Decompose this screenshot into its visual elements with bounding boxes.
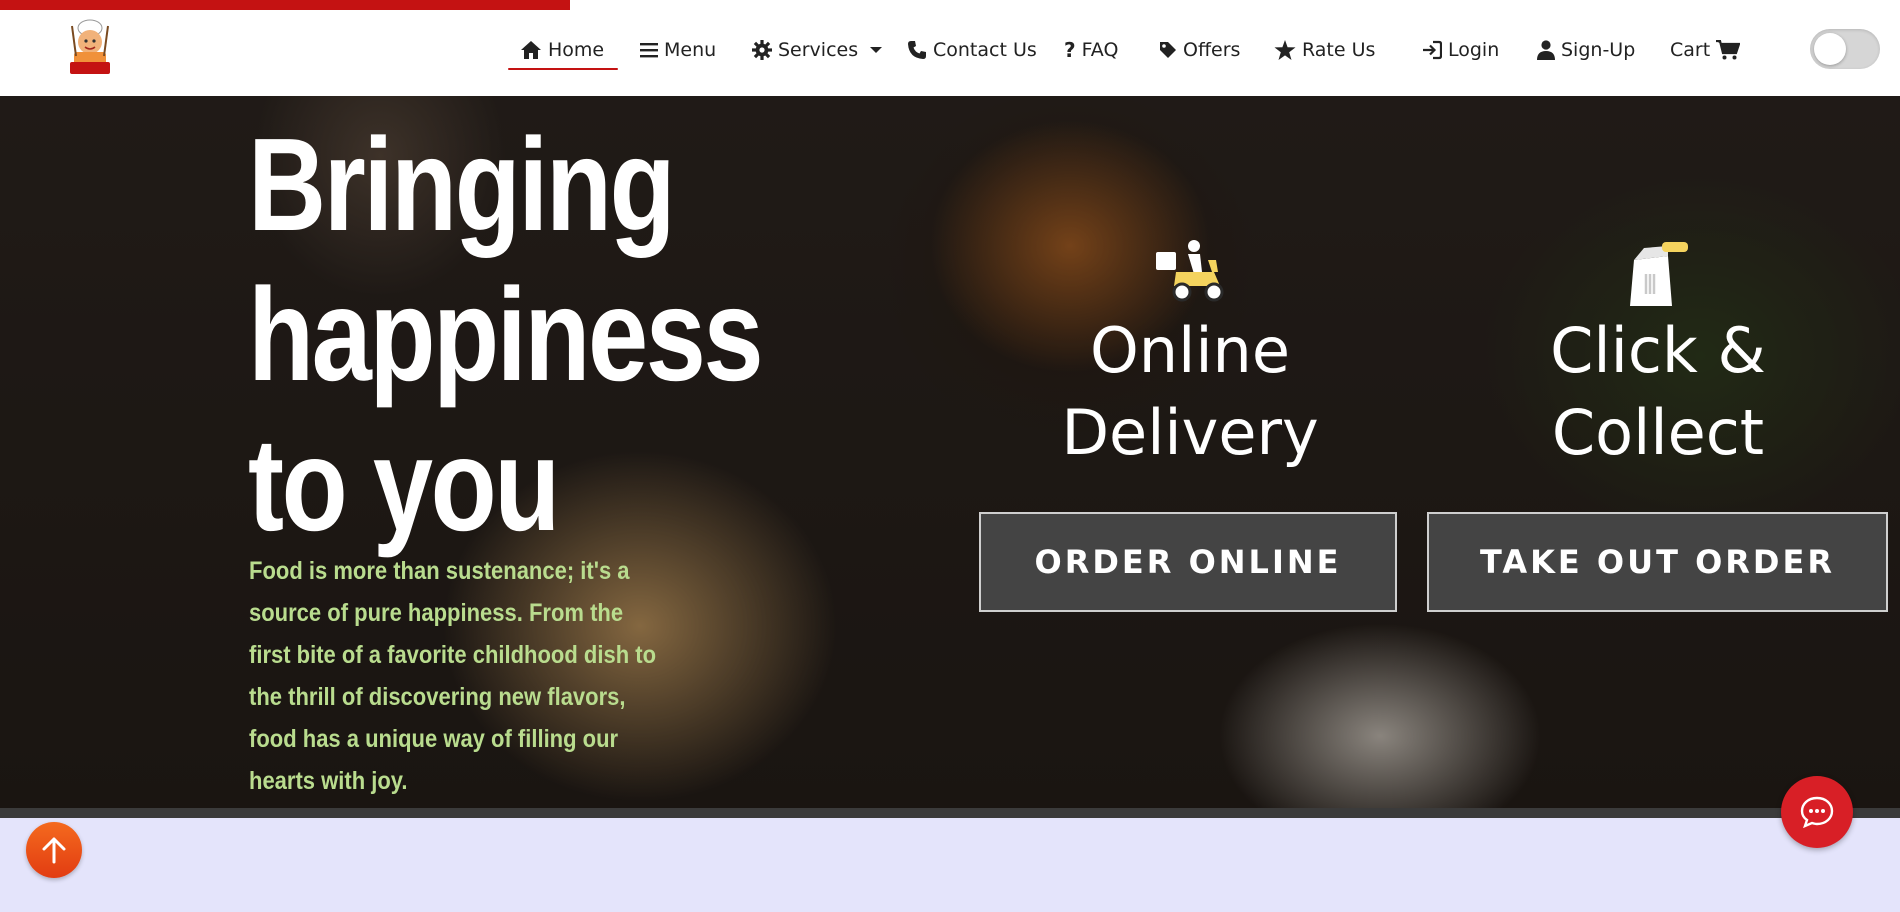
hero-description: Food is more than sustenance; it's a sou… — [249, 557, 657, 795]
nav-login[interactable]: Login — [1422, 34, 1499, 66]
headline-line-2: happiness — [248, 261, 764, 408]
nav-offers-label: Offers — [1183, 39, 1241, 61]
online-delivery-line-2: Delivery — [1061, 396, 1319, 469]
nav-services-dropdown[interactable]: Services — [752, 34, 883, 66]
nav-contact[interactable]: Contact Us — [907, 34, 1037, 66]
bars-icon — [640, 43, 658, 58]
nav-signup-label: Sign-Up — [1561, 39, 1636, 61]
theme-toggle-switch[interactable] — [1810, 29, 1880, 69]
nav-rate[interactable]: Rate Us — [1274, 34, 1375, 66]
phone-icon — [908, 41, 926, 59]
nav-signup[interactable]: Sign-Up — [1537, 34, 1635, 66]
nav-menu-label: Menu — [664, 39, 717, 61]
nav-services-label: Services — [778, 39, 859, 61]
hero-divider — [0, 808, 1900, 818]
arrow-up-icon — [42, 837, 66, 864]
caret-down-icon — [870, 47, 883, 53]
click-collect-line-2: Collect — [1551, 396, 1765, 469]
hero-headline: Bringing happiness to you — [248, 110, 764, 560]
toggle-knob — [1814, 33, 1846, 65]
scooter-delivery-icon — [1156, 240, 1224, 302]
question-icon: ? — [1064, 38, 1076, 62]
tag-icon — [1160, 42, 1176, 58]
take-out-order-button[interactable]: TAKE OUT ORDER — [1427, 512, 1888, 612]
cart-icon — [1716, 40, 1741, 60]
nav-cart[interactable]: Cart — [1670, 34, 1741, 66]
foodie-logo[interactable] — [66, 18, 114, 76]
click-collect-feature: Click & Collect — [1498, 238, 1818, 474]
nav-offers[interactable]: Offers — [1159, 34, 1240, 66]
scroll-to-top-button[interactable] — [26, 822, 82, 878]
nav-login-label: Login — [1448, 39, 1500, 61]
user-icon — [1537, 40, 1555, 60]
page-progress-bar — [0, 0, 570, 10]
star-icon — [1274, 39, 1296, 60]
sign-in-icon — [1423, 40, 1442, 60]
order-online-button[interactable]: ORDER ONLINE — [979, 512, 1397, 612]
gear-icon — [752, 40, 772, 60]
nav-home[interactable]: Home — [507, 34, 619, 70]
navbar: Home Menu Services Contact Us ? FAQ Offe… — [0, 0, 1900, 96]
nav-home-label: Home — [548, 39, 605, 61]
nav-cart-label: Cart — [1670, 39, 1711, 61]
nav-faq[interactable]: ? FAQ — [1064, 34, 1118, 66]
online-delivery-line-1: Online — [1090, 314, 1290, 387]
takeout-bag-icon — [1630, 242, 1688, 306]
chat-icon — [1800, 796, 1834, 828]
home-icon — [521, 41, 541, 59]
chat-button[interactable] — [1781, 776, 1853, 848]
headline-line-1: Bringing — [248, 111, 676, 258]
nav-faq-label: FAQ — [1081, 39, 1119, 61]
nav-contact-label: Contact Us — [933, 39, 1037, 61]
nav-rate-label: Rate Us — [1302, 39, 1376, 61]
online-delivery-feature: Online Delivery — [1030, 238, 1350, 474]
headline-line-3: to you — [248, 411, 560, 558]
nav-menu[interactable]: Menu — [640, 34, 716, 66]
click-collect-line-1: Click & — [1550, 314, 1766, 387]
